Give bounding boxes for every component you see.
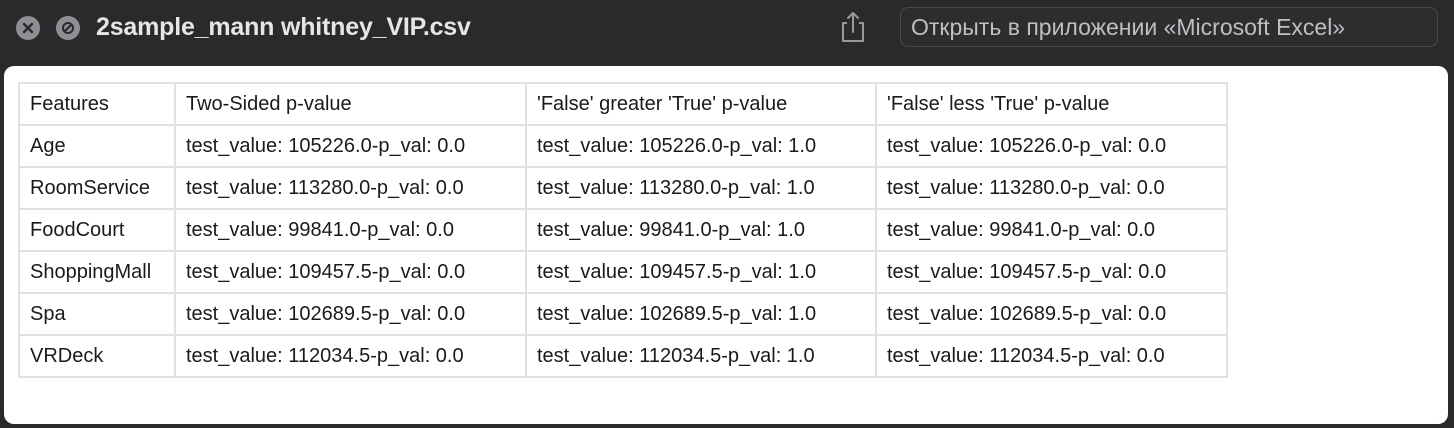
data-table: Features Two-Sided p-value 'False' greater… bbox=[18, 82, 1228, 378]
table-cell: test_value: 99841.0-p_val: 0.0 bbox=[875, 208, 1228, 252]
table-cell: Age bbox=[18, 124, 176, 168]
table-cell: test_value: 112034.5-p_val: 1.0 bbox=[525, 334, 877, 378]
table-row: RoomService test_value: 113280.0-p_val: 0… bbox=[18, 166, 1228, 210]
stop-button[interactable] bbox=[56, 16, 80, 40]
table-cell: test_value: 105226.0-p_val: 0.0 bbox=[875, 124, 1228, 168]
table-cell: test_value: 109457.5-p_val: 0.0 bbox=[174, 250, 527, 294]
table-row: ShoppingMall test_value: 109457.5-p_val: … bbox=[18, 250, 1228, 294]
table-cell: test_value: 102689.5-p_val: 0.0 bbox=[875, 292, 1228, 336]
header-cell: 'False' greater 'True' p-value bbox=[525, 82, 877, 126]
table-cell: test_value: 99841.0-p_val: 0.0 bbox=[174, 208, 527, 252]
table-cell: test_value: 105226.0-p_val: 1.0 bbox=[525, 124, 877, 168]
share-icon bbox=[842, 12, 864, 42]
table-cell: ShoppingMall bbox=[18, 250, 176, 294]
close-button[interactable] bbox=[16, 16, 40, 40]
open-in-excel-button[interactable]: Открыть в приложении «Microsoft Excel» bbox=[900, 7, 1438, 47]
table-cell: VRDeck bbox=[18, 334, 176, 378]
table-cell: test_value: 105226.0-p_val: 0.0 bbox=[174, 124, 527, 168]
table-row: VRDeck test_value: 112034.5-p_val: 0.0 tes… bbox=[18, 334, 1228, 378]
table-cell: test_value: 112034.5-p_val: 0.0 bbox=[875, 334, 1228, 378]
header-cell: Two-Sided p-value bbox=[174, 82, 527, 126]
table-cell: test_value: 113280.0-p_val: 1.0 bbox=[525, 166, 877, 210]
table-cell: test_value: 102689.5-p_val: 1.0 bbox=[525, 292, 877, 336]
header-row: Features Two-Sided p-value 'False' greater… bbox=[18, 82, 1228, 126]
header-cell: 'False' less 'True' p-value bbox=[875, 82, 1228, 126]
table-row: Age test_value: 105226.0-p_val: 0.0 test_v… bbox=[18, 124, 1228, 168]
table-cell: test_value: 102689.5-p_val: 0.0 bbox=[174, 292, 527, 336]
table-cell: test_value: 113280.0-p_val: 0.0 bbox=[174, 166, 527, 210]
share-button[interactable] bbox=[838, 10, 868, 44]
table-cell: test_value: 99841.0-p_val: 1.0 bbox=[525, 208, 877, 252]
table-cell: RoomService bbox=[18, 166, 176, 210]
table-row: FoodCourt test_value: 99841.0-p_val: 0.0 t… bbox=[18, 208, 1228, 252]
table-cell: test_value: 113280.0-p_val: 0.0 bbox=[875, 166, 1228, 210]
table-cell: test_value: 112034.5-p_val: 0.0 bbox=[174, 334, 527, 378]
stop-icon bbox=[62, 22, 74, 34]
table-cell: Spa bbox=[18, 292, 176, 336]
table-cell: test_value: 109457.5-p_val: 0.0 bbox=[875, 250, 1228, 294]
header-cell: Features bbox=[18, 82, 176, 126]
title-bar: 2sample_mann whitney_VIP.csv Открыть в п… bbox=[0, 0, 1454, 66]
table-cell: test_value: 109457.5-p_val: 1.0 bbox=[525, 250, 877, 294]
quicklook-window: 2sample_mann whitney_VIP.csv Открыть в п… bbox=[0, 0, 1454, 428]
csv-preview: Features Two-Sided p-value 'False' greater… bbox=[4, 66, 1448, 424]
close-icon bbox=[22, 22, 34, 34]
file-title: 2sample_mann whitney_VIP.csv bbox=[96, 13, 471, 41]
table-row: Spa test_value: 102689.5-p_val: 0.0 test_v… bbox=[18, 292, 1228, 336]
table-cell: FoodCourt bbox=[18, 208, 176, 252]
